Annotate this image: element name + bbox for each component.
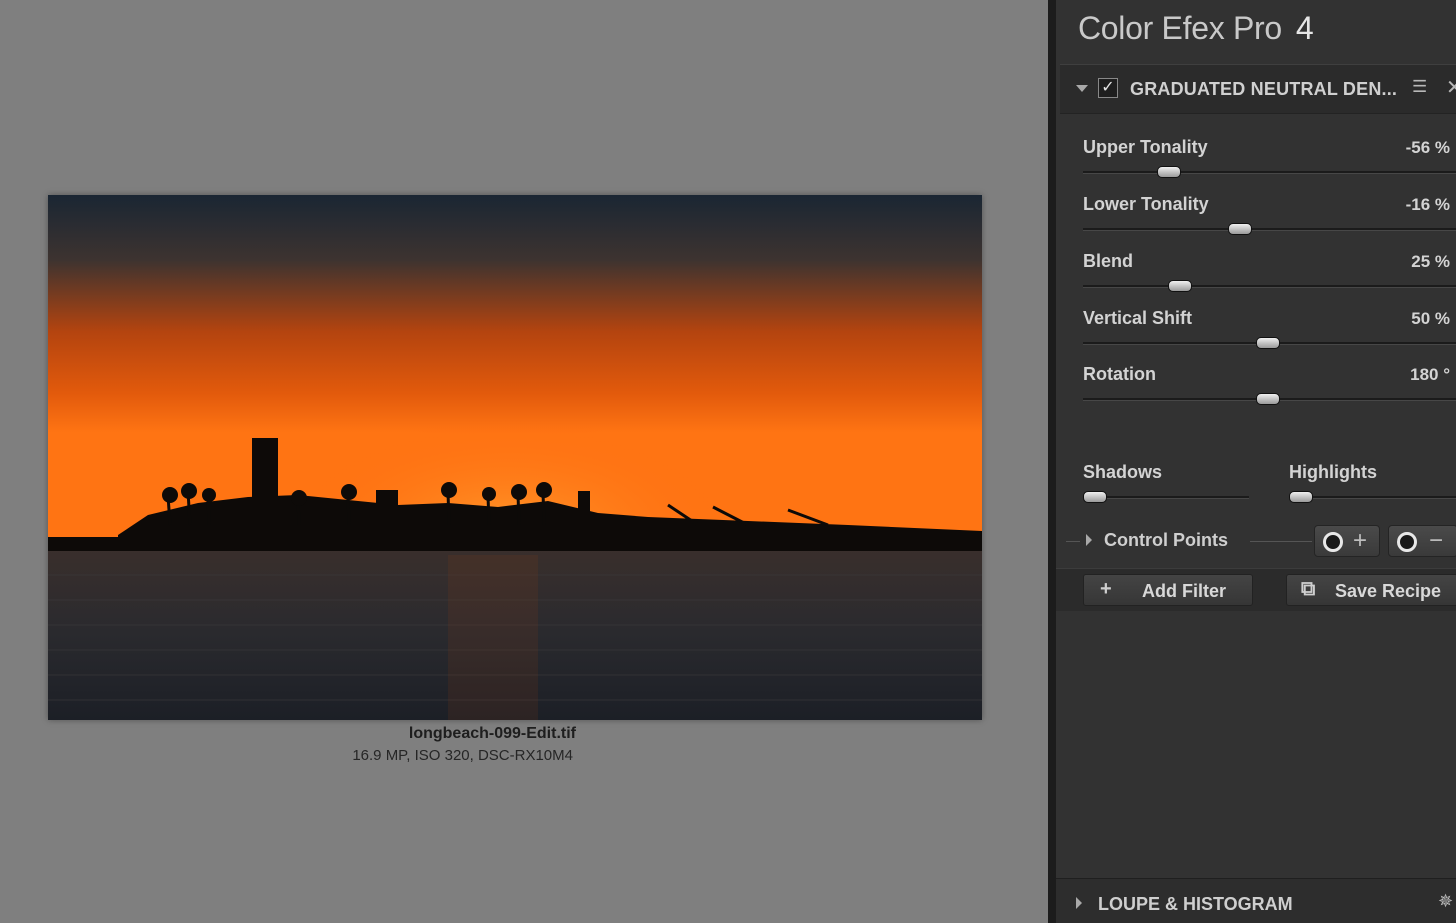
save-recipe-button[interactable]: ⧉ Save Recipe — [1286, 574, 1456, 606]
file-details: 16.9 MP, ISO 320, DSC-RX10M4 — [352, 747, 573, 764]
vertical-shift-slider[interactable] — [1083, 337, 1456, 349]
lower-tonality-value[interactable]: -16 % — [1406, 195, 1450, 215]
app-version: 4 — [1295, 10, 1314, 46]
control-point-icon — [1397, 532, 1417, 552]
vertical-shift-label: Vertical Shift — [1083, 308, 1193, 328]
photo-preview[interactable] — [48, 195, 982, 720]
upper-tonality-slider[interactable] — [1083, 166, 1456, 178]
slider-thumb[interactable] — [1288, 491, 1313, 503]
filter-panel: Color Efex Pro 4 ✓ GRADUATED NEUTRAL DEN.… — [1056, 0, 1456, 923]
collapse-triangle-icon[interactable] — [1076, 85, 1088, 92]
upper-tonality-value[interactable]: -56 % — [1406, 138, 1450, 158]
image-canvas: longbeach-099-Edit.tif 16.9 MP, ISO 320,… — [0, 0, 1050, 923]
vertical-shift-value[interactable]: 50 % — [1411, 309, 1450, 329]
control-points-row: Control Points + − — [1056, 522, 1456, 560]
sunset-photo — [48, 195, 982, 720]
expand-triangle-icon[interactable] — [1076, 897, 1082, 909]
app-title-text: Color Efex Pro — [1078, 10, 1282, 46]
minus-icon: − — [1429, 527, 1444, 554]
app-title: Color Efex Pro 4 — [1078, 10, 1314, 47]
slider-thumb[interactable] — [1156, 166, 1181, 178]
divider-line — [1250, 541, 1312, 542]
rotation-slider[interactable] — [1083, 393, 1456, 405]
highlights-slider[interactable] — [1288, 491, 1456, 503]
slider-thumb[interactable] — [1082, 491, 1107, 503]
filter-close-icon[interactable]: ✕ — [1446, 75, 1456, 100]
loupe-histogram-label[interactable]: LOUPE & HISTOGRAM — [1098, 894, 1293, 915]
plus-icon: + — [1353, 527, 1368, 554]
slider-thumb[interactable] — [1255, 393, 1280, 405]
upper-tonality-label: Upper Tonality — [1083, 137, 1208, 157]
slider-thumb[interactable] — [1255, 337, 1280, 349]
save-recipe-label: Save Recipe — [1335, 581, 1442, 601]
filter-name[interactable]: GRADUATED NEUTRAL DEN... — [1130, 79, 1397, 100]
slider-thumb[interactable] — [1227, 223, 1252, 235]
control-point-icon — [1323, 532, 1343, 552]
filter-menu-icon[interactable]: ☰ — [1412, 77, 1427, 97]
lower-tonality-label: Lower Tonality — [1083, 194, 1209, 214]
control-points-label[interactable]: Control Points — [1104, 530, 1228, 551]
expand-triangle-icon[interactable] — [1086, 534, 1092, 546]
blend-label: Blend — [1083, 251, 1134, 271]
filter-header: ✓ GRADUATED NEUTRAL DEN... ☰ ✕ — [1060, 64, 1456, 114]
rotation-value[interactable]: 180 ° — [1410, 365, 1450, 385]
file-name: longbeach-099-Edit.tif — [408, 725, 576, 742]
shadows-label: Shadows — [1083, 462, 1163, 482]
shadows-slider[interactable] — [1082, 491, 1249, 503]
plus-icon: + — [1100, 578, 1112, 600]
highlights-label: Highlights — [1289, 462, 1377, 482]
slider-thumb[interactable] — [1167, 280, 1192, 292]
blend-slider[interactable] — [1083, 280, 1456, 292]
rotation-label: Rotation — [1083, 364, 1156, 384]
remove-control-point-button[interactable]: − — [1388, 525, 1456, 557]
divider-line — [1066, 541, 1080, 542]
recipe-icon: ⧉ — [1301, 578, 1316, 600]
pin-icon[interactable]: ✵ — [1438, 891, 1453, 912]
filter-list-area — [1056, 611, 1456, 878]
blend-value[interactable]: 25 % — [1411, 252, 1450, 272]
add-filter-label: Add Filter — [1142, 581, 1226, 601]
loupe-histogram-bar[interactable]: LOUPE & HISTOGRAM ✵ — [1056, 878, 1456, 923]
filter-enable-checkbox[interactable]: ✓ — [1098, 78, 1118, 98]
add-filter-button[interactable]: + Add Filter — [1083, 574, 1253, 606]
add-control-point-button[interactable]: + — [1314, 525, 1380, 557]
actions-bar: + Add Filter ⧉ Save Recipe — [1056, 568, 1456, 612]
panel-divider[interactable] — [1048, 0, 1056, 923]
lower-tonality-slider[interactable] — [1083, 223, 1456, 235]
